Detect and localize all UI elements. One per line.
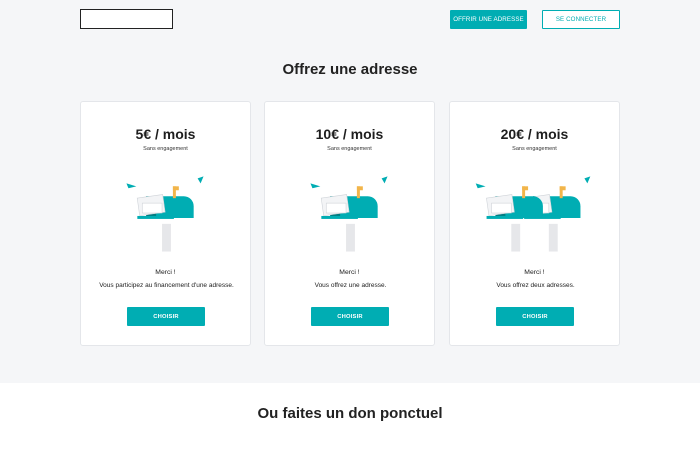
card-description: Vous offrez deux adresses.	[496, 282, 575, 289]
login-button[interactable]: SE CONNECTER	[542, 10, 620, 29]
mailbox-icon	[126, 176, 204, 252]
choose-button[interactable]: CHOISIR	[127, 307, 205, 326]
pricing-card-5: 5€ / mois Sans engagement Merci ! Vous p…	[80, 101, 251, 346]
offer-address-button[interactable]: OFFRIR UNE ADRESSE	[450, 10, 527, 29]
card-description: Vous participez au financement d'une adr…	[99, 282, 234, 289]
thanks-label: Merci !	[524, 269, 545, 276]
pricing-card-10: 10€ / mois Sans engagement Merci ! Vous …	[264, 101, 435, 346]
thanks-label: Merci !	[155, 269, 176, 276]
choose-button[interactable]: CHOISIR	[311, 307, 389, 326]
price-label: 5€ / mois	[135, 126, 196, 142]
pricing-card-20: 20€ / mois Sans engagement Merci ! Vous …	[449, 101, 620, 346]
mailbox-icon	[310, 176, 388, 252]
thanks-label: Merci !	[339, 269, 360, 276]
choose-button[interactable]: CHOISIR	[496, 307, 574, 326]
commitment-label: Sans engagement	[327, 146, 372, 152]
commitment-label: Sans engagement	[512, 146, 557, 152]
price-label: 10€ / mois	[315, 126, 384, 142]
page-title: Offrez une adresse	[282, 61, 418, 78]
commitment-label: Sans engagement	[143, 146, 188, 152]
card-description: Vous offrez une adresse.	[314, 282, 387, 289]
double-mailbox-icon	[475, 176, 591, 252]
logo-placeholder[interactable]	[80, 9, 173, 29]
donation-title: Ou faites un don ponctuel	[257, 405, 443, 422]
price-label: 20€ / mois	[500, 126, 569, 142]
